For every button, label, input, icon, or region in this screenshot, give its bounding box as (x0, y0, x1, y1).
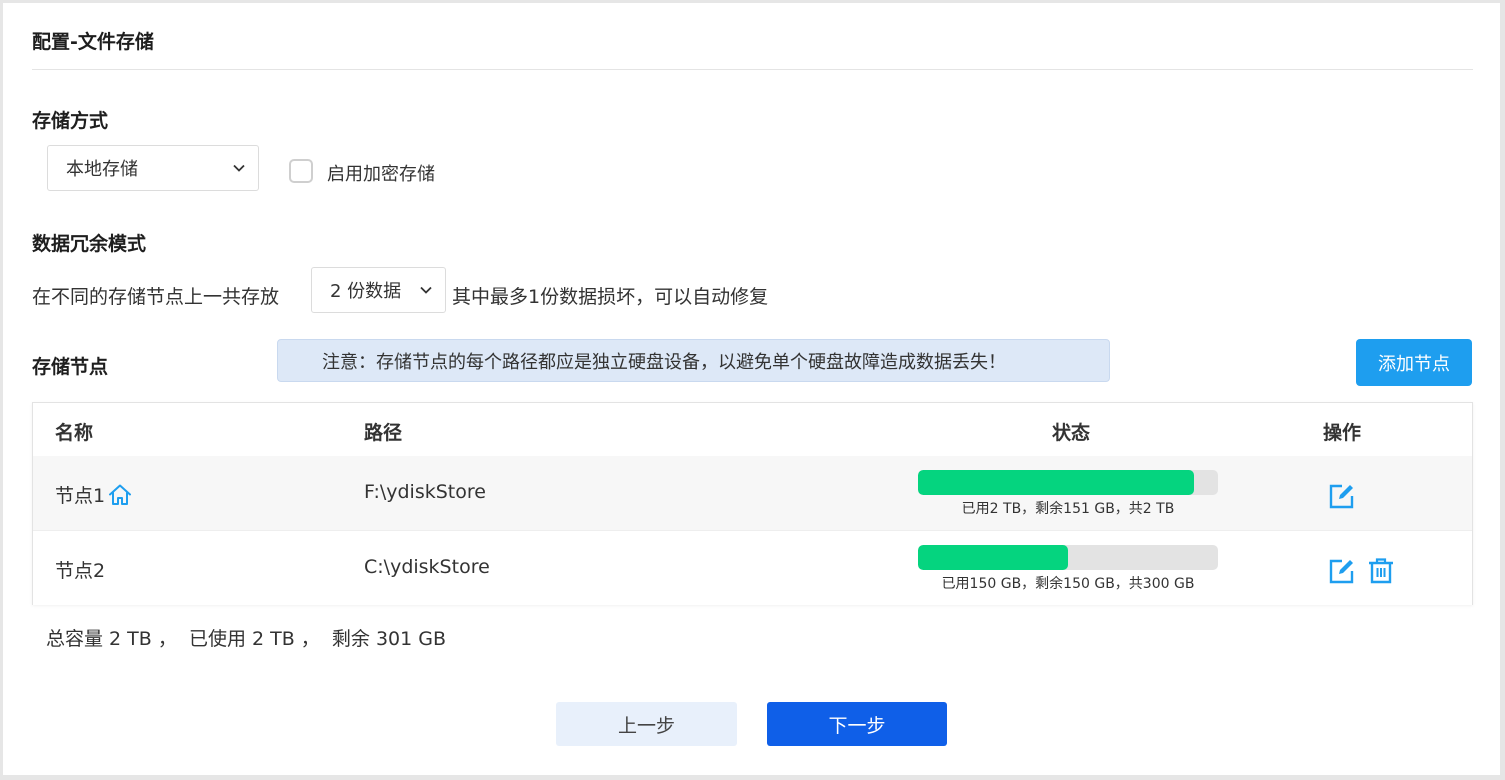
usage-progress-fill (918, 545, 1068, 570)
encrypt-checkbox[interactable] (289, 159, 313, 183)
prev-step-button[interactable]: 上一步 (556, 702, 737, 746)
encrypt-checkbox-label[interactable]: 启用加密存储 (327, 160, 435, 186)
summary-remaining: 剩余 301 GB (331, 628, 447, 650)
redundancy-suffix: 其中最多1份数据损坏，可以自动修复 (452, 286, 769, 308)
summary-total: 总容量 2 TB ， (46, 628, 177, 650)
copies-value: 2 份数据 (330, 281, 402, 302)
table-row: 节点1 F:\ydiskStore 已用2 TB，剩余151 GB，共2 TB (33, 456, 1472, 531)
table-header: 名称 路径 状态 操作 (33, 403, 1472, 457)
column-header-actions: 操作 (1323, 422, 1362, 444)
redundancy-prefix: 在不同的存储节点上一共存放 (32, 286, 280, 308)
usage-progress-bar (918, 470, 1218, 495)
node-name-cell: 节点1 (55, 481, 133, 508)
notice-text: 注意：存储节点的每个路径都应是独立硬盘设备，以避免单个硬盘故障造成数据丢失！ (322, 351, 1006, 373)
add-node-button[interactable]: 添加节点 (1356, 339, 1472, 386)
storage-mode-select[interactable]: 本地存储 (47, 145, 259, 191)
notice-banner: 注意：存储节点的每个路径都应是独立硬盘设备，以避免单个硬盘故障造成数据丢失！ (277, 339, 1110, 382)
usage-progress-fill (918, 470, 1194, 495)
edit-icon[interactable] (1328, 482, 1356, 510)
node-name: 节点1 (55, 485, 106, 507)
next-step-button[interactable]: 下一步 (767, 702, 947, 746)
storage-mode-value: 本地存储 (66, 159, 138, 180)
node-path: C:\ydiskStore (364, 556, 490, 578)
nodes-table: 名称 路径 状态 操作 节点1 F:\ydiskStore 已用2 TB，剩余1… (32, 402, 1473, 605)
storage-mode-title: 存储方式 (32, 110, 109, 132)
usage-progress-bar (918, 545, 1218, 570)
column-header-status: 状态 (1052, 422, 1091, 444)
capacity-summary: 总容量 2 TB ， 已使用 2 TB ， 剩余 301 GB (46, 624, 446, 651)
column-header-path: 路径 (364, 422, 403, 444)
redundancy-title: 数据冗余模式 (32, 233, 147, 255)
copies-select[interactable]: 2 份数据 (311, 267, 446, 313)
home-icon (109, 484, 132, 505)
node-name: 节点2 (55, 560, 106, 582)
page-title: 配置-文件存储 (32, 31, 154, 53)
node-name-cell: 节点2 (55, 556, 105, 583)
node-path: F:\ydiskStore (364, 481, 486, 503)
chevron-down-icon (233, 164, 245, 172)
summary-used: 已使用 2 TB ， (188, 628, 320, 650)
column-header-name: 名称 (55, 422, 94, 444)
usage-status-text: 已用2 TB，剩余151 GB，共2 TB (961, 501, 1175, 517)
title-divider (32, 69, 1473, 70)
chevron-down-icon (420, 286, 432, 294)
table-row: 节点2 C:\ydiskStore 已用150 GB，剩余150 GB，共300… (33, 531, 1472, 605)
usage-status-text: 已用150 GB，剩余150 GB，共300 GB (941, 576, 1195, 592)
storage-nodes-title: 存储节点 (32, 356, 109, 378)
edit-icon[interactable] (1328, 557, 1356, 585)
config-panel: 配置-文件存储 存储方式 本地存储 启用加密存储 数据冗余模式 在不同的存储节点… (3, 3, 1500, 775)
trash-icon[interactable] (1367, 557, 1395, 585)
